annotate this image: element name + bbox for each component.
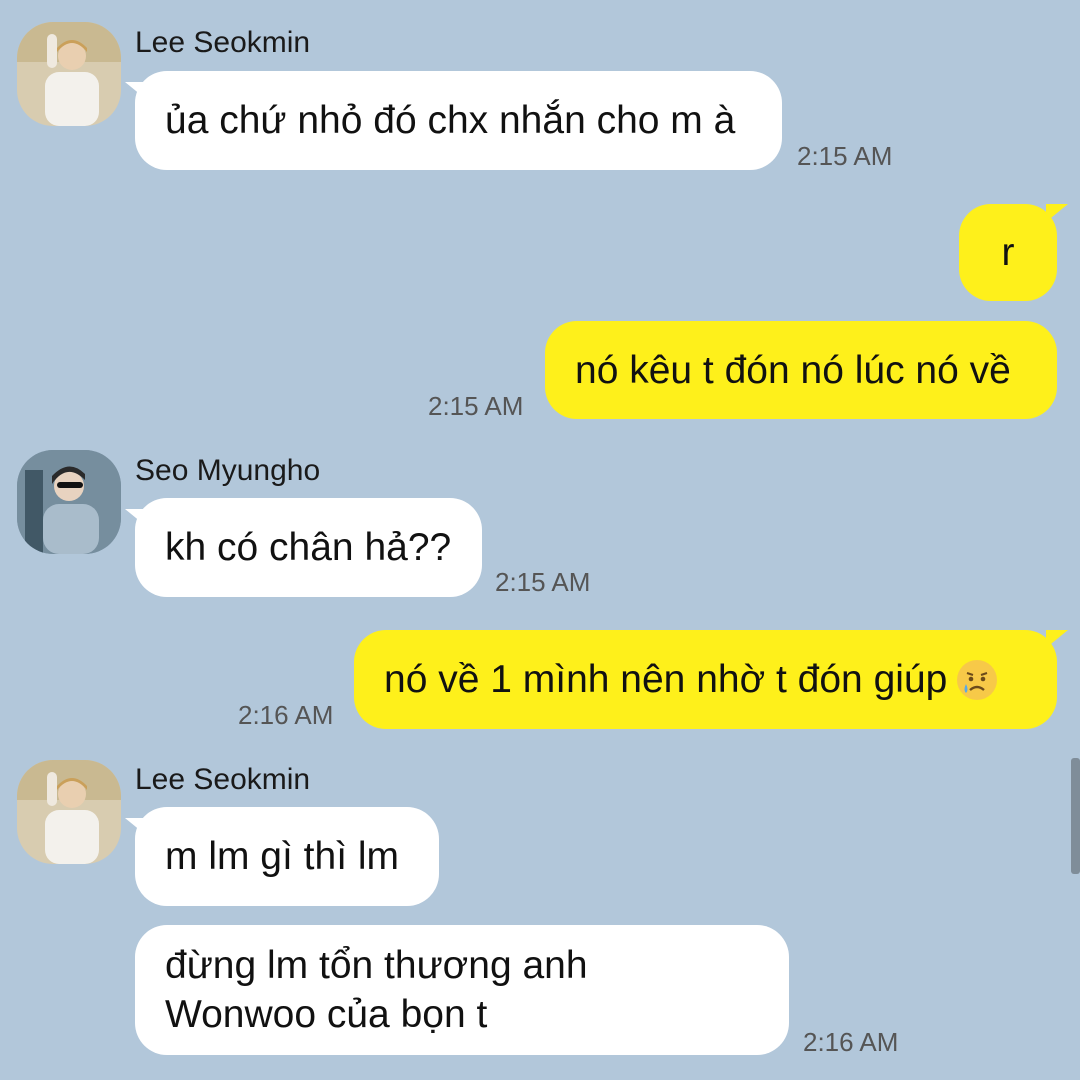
message-text: nó về 1 mình nên nhờ t đón giúp [384, 658, 948, 701]
scrollbar-thumb[interactable] [1071, 758, 1080, 874]
message-text-line: Wonwoo của bọn t [165, 993, 488, 1036]
message-timestamp: 2:15 AM [797, 141, 893, 171]
bubble-tail [1046, 204, 1068, 222]
message-text-line: đừng lm tổn thương anh [165, 944, 588, 987]
message-text: m lm gì thì lm [165, 835, 400, 878]
message-bubble-outgoing[interactable]: nó về 1 mình nên nhờ t đón giúp [354, 630, 1057, 729]
message-timestamp: 2:16 AM [238, 700, 334, 730]
sad-relieved-face-icon [957, 659, 998, 700]
sender-name: Lee Seokmin [135, 26, 311, 59]
message-bubble-incoming[interactable]: kh có chân hả?? [135, 498, 482, 597]
sender-name: Seo Myungho [135, 454, 321, 487]
avatar-photo [17, 760, 121, 864]
message-timestamp: 2:16 AM [803, 1027, 899, 1057]
message-bubble-outgoing[interactable]: r [959, 204, 1057, 301]
sender-name: Lee Seokmin [135, 763, 311, 796]
avatar-lee-seokmin[interactable] [17, 760, 121, 864]
message-bubble-incoming[interactable]: ủa chứ nhỏ đó chx nhắn cho m à [135, 71, 782, 170]
avatar-seo-myungho[interactable] [17, 450, 121, 554]
message-timestamp: 2:15 AM [428, 391, 524, 421]
message-text: nó kêu t đón nó lúc nó về [575, 348, 1011, 392]
avatar-photo [17, 22, 121, 126]
message-text: kh có chân hả?? [165, 526, 452, 569]
message-text: ủa chứ nhỏ đó chx nhắn cho m à [165, 99, 736, 142]
message-bubble-outgoing[interactable]: nó kêu t đón nó lúc nó về [545, 321, 1057, 419]
message-bubble-incoming[interactable]: đừng lm tổn thương anh Wonwoo của bọn t [135, 925, 789, 1055]
message-timestamp: 2:15 AM [495, 567, 591, 597]
chat-room: Lee Seokmin ủa chứ nhỏ đó chx nhắn cho m… [0, 0, 1080, 1080]
avatar-photo [17, 450, 121, 554]
message-bubble-incoming[interactable]: m lm gì thì lm [135, 807, 439, 906]
message-text: r [1001, 231, 1015, 274]
avatar-lee-seokmin[interactable] [17, 22, 121, 126]
bubble-tail [1046, 630, 1068, 648]
